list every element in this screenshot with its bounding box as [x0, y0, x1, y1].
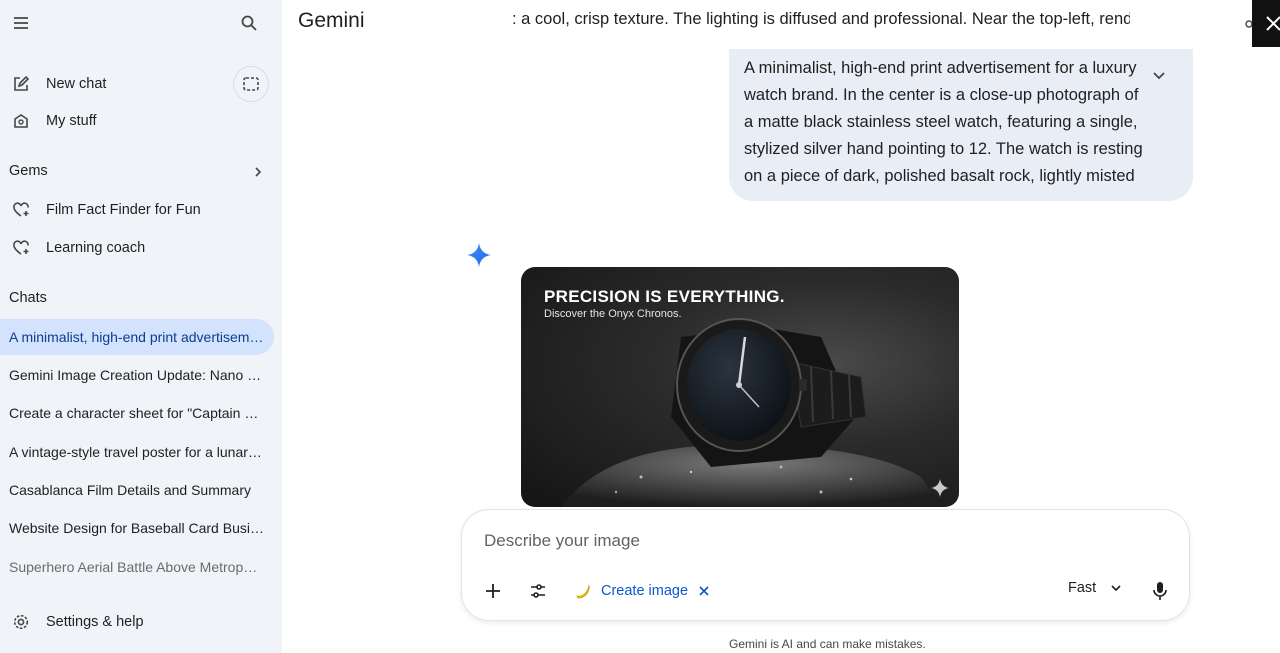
gem-label: Film Fact Finder for Fun — [46, 202, 201, 218]
chat-item[interactable]: Superhero Aerial Battle Above Metropolis — [0, 549, 274, 585]
gem-label: Learning coach — [46, 240, 146, 256]
chat-title: Gemini Image Creation Update: Nano Banan… — [9, 367, 264, 383]
chevron-right-icon — [255, 167, 262, 177]
sidebar: New chat My stuff Gems Film Fact Finder … — [0, 0, 282, 653]
chat-item[interactable]: Website Design for Baseball Card Busines… — [0, 510, 274, 546]
ad-subline: Discover the Onyx Chronos. — [544, 308, 682, 320]
edit-icon — [11, 74, 31, 94]
chat-item[interactable]: Gemini Image Creation Update: Nano Banan… — [0, 357, 274, 393]
chat-title: Website Design for Baseball Card Busines… — [9, 520, 264, 536]
ad-headline: PRECISION IS EVERYTHING. — [544, 287, 785, 306]
chat-title: Casablanca Film Details and Summary — [9, 482, 251, 498]
settings-label: Settings & help — [46, 614, 144, 630]
mode-label: Fast — [1068, 580, 1097, 596]
menu-icon — [14, 17, 28, 29]
create-image-chip[interactable]: Create image — [574, 576, 710, 606]
gear-icon — [11, 612, 31, 632]
search-icon — [241, 15, 257, 31]
prompt-composer[interactable]: Describe your image Create image Fast — [461, 509, 1190, 621]
my-stuff-label: My stuff — [46, 113, 97, 129]
settings-help-button[interactable]: Settings & help — [0, 604, 282, 640]
close-button[interactable] — [1252, 0, 1280, 47]
chat-item[interactable]: A vintage-style travel poster for a luna… — [0, 434, 274, 470]
chat-item-active[interactable]: A minimalist, high-end print advertiseme… — [0, 319, 274, 355]
new-chat-label: New chat — [46, 76, 107, 92]
generated-image[interactable]: PRECISION IS EVERYTHING. Discover the On… — [521, 267, 959, 507]
plus-icon — [486, 584, 500, 598]
create-image-label: Create image — [601, 583, 689, 599]
temporary-chat-icon — [243, 77, 259, 91]
stuff-icon — [11, 111, 31, 131]
user-message-bubble: A minimalist, high-end print advertiseme… — [729, 49, 1193, 201]
chat-item[interactable]: Create a character sheet for "Captain No… — [0, 395, 274, 431]
menu-button[interactable] — [5, 7, 37, 39]
gem-heart-icon — [11, 238, 31, 258]
chat-title: Superhero Aerial Battle Above Metropolis — [9, 559, 264, 575]
chat-title: Create a character sheet for "Captain No… — [9, 405, 264, 421]
chat-title: A vintage-style travel poster for a luna… — [9, 444, 264, 460]
gemini-spark-icon — [467, 243, 491, 267]
my-stuff-link[interactable]: My stuff — [0, 103, 282, 139]
gem-item[interactable]: Learning coach — [0, 230, 282, 266]
gems-heading: Gems — [9, 163, 48, 179]
banana-icon — [576, 584, 590, 599]
app-title: Gemini — [298, 9, 365, 32]
tools-button[interactable] — [527, 580, 549, 602]
prompt-snippet: : a cool, crisp texture. The lighting is… — [512, 10, 1130, 28]
mode-selector[interactable]: Fast — [1068, 580, 1124, 596]
close-icon — [1266, 16, 1280, 31]
search-button[interactable] — [233, 7, 265, 39]
sparkle-icon — [931, 479, 949, 497]
gem-heart-icon — [11, 200, 31, 220]
gems-expand-button[interactable] — [242, 156, 274, 188]
chevron-down-icon[interactable] — [1149, 65, 1169, 85]
chevron-down-icon — [1111, 585, 1121, 592]
gem-item[interactable]: Film Fact Finder for Fun — [0, 192, 282, 228]
add-button[interactable] — [482, 580, 504, 602]
tools-icon — [531, 584, 545, 598]
chat-title: A minimalist, high-end print advertiseme… — [9, 329, 264, 345]
microphone-icon[interactable] — [1150, 580, 1170, 602]
disclaimer-text: Gemini is AI and can make mistakes. — [729, 637, 926, 651]
prompt-input[interactable]: Describe your image — [484, 531, 640, 551]
chats-heading: Chats — [9, 290, 47, 306]
user-message-text: A minimalist, high-end print advertiseme… — [744, 59, 1143, 185]
close-icon[interactable] — [698, 585, 710, 597]
chat-item[interactable]: Casablanca Film Details and Summary — [0, 472, 274, 508]
temporary-chat-button[interactable] — [233, 66, 269, 102]
